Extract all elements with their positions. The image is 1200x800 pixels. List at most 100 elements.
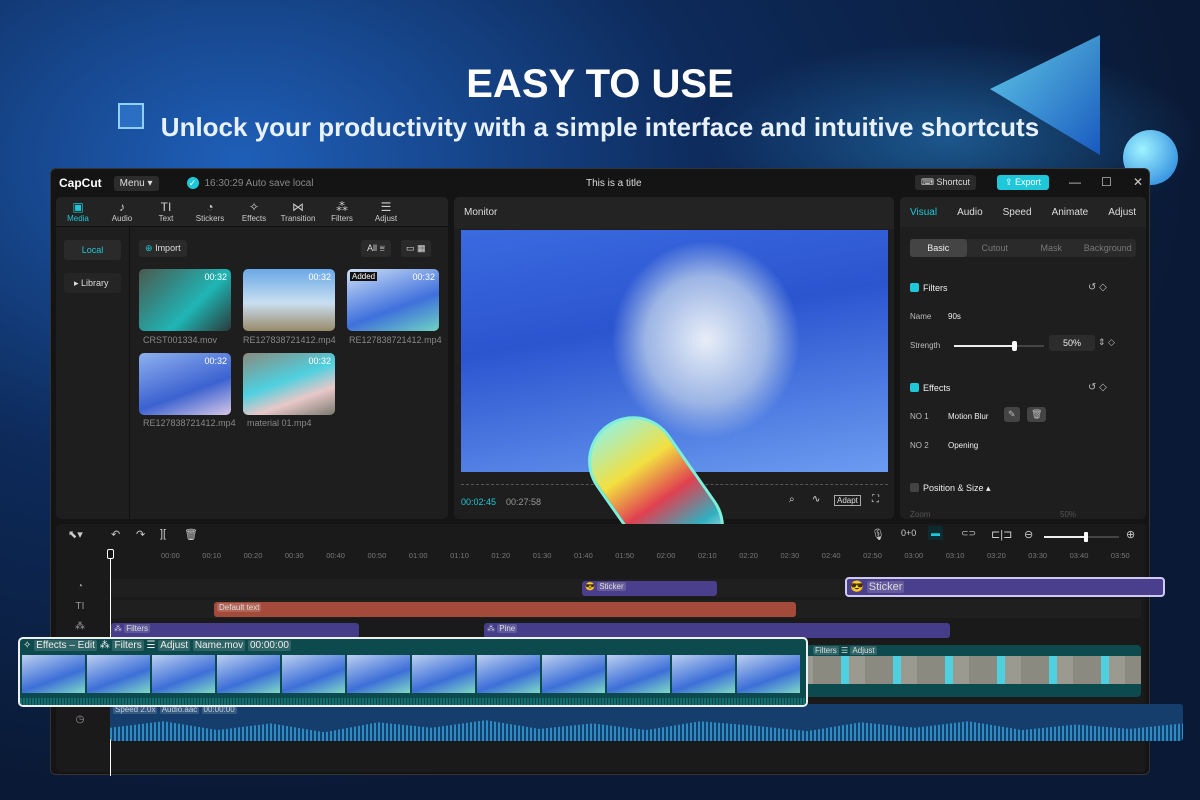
clip-label: Pine (497, 624, 518, 633)
sliders-icon: ☰ (380, 200, 392, 214)
local-button[interactable]: Local (64, 240, 121, 260)
time-tick: 02:50 (863, 551, 882, 560)
added-badge: Added (350, 272, 378, 281)
media-thumb[interactable]: 00:32 (243, 269, 335, 331)
magnet-icon[interactable]: ▬ (928, 526, 943, 540)
hero-title: EASY TO USE (466, 62, 734, 106)
edit-icon[interactable]: ✎ (1004, 407, 1020, 422)
import-button[interactable]: ⊕ Import (139, 240, 187, 257)
waveform-icon[interactable]: ∿ (812, 494, 820, 505)
time-tick: 00:20 (243, 551, 263, 560)
subtab-cutout[interactable]: Cutout (967, 239, 1024, 257)
media-thumb[interactable]: 00:32 (139, 353, 231, 415)
media-thumb[interactable]: 00:32 (243, 353, 335, 415)
tab-media[interactable]: ▣ Media (56, 197, 100, 226)
export-button[interactable]: ⇪ Export (997, 175, 1050, 190)
zoom-fit-icon[interactable]: ⌕ (789, 494, 795, 505)
text-clip[interactable]: Default text (214, 602, 796, 617)
strength-slider[interactable] (954, 341, 1044, 351)
zoom-out-icon[interactable]: ⊖ (1024, 528, 1033, 541)
fullscreen-icon[interactable]: ⛶ (872, 494, 879, 505)
music-icon: ♪ (119, 200, 125, 214)
zoom-slider[interactable] (1044, 532, 1119, 542)
time-tick: 03:30 (1028, 551, 1048, 560)
subtab-mask[interactable]: Mask (1023, 239, 1080, 257)
media-thumb[interactable]: Added 00:32 (347, 269, 439, 331)
tab-adjust-insp[interactable]: Adjust (1108, 207, 1136, 218)
trash-icon[interactable]: 🗑 (1027, 407, 1047, 422)
reset-icon[interactable]: ↺ ◇ (1088, 382, 1107, 393)
inspector-tabs: Visual Audio Speed Animate Adjust (900, 197, 1146, 227)
menu-label: Menu (119, 177, 145, 189)
tab-adjust[interactable]: ☰ Adjust (364, 197, 408, 226)
subtab-basic[interactable]: Basic (910, 239, 967, 257)
tab-stickers[interactable]: ◔ Stickers (188, 197, 232, 226)
delete-icon[interactable]: 🗑 (184, 528, 198, 541)
tab-audio[interactable]: ♪ Audio (100, 197, 144, 226)
tab-transition[interactable]: ⋈ Transition (276, 197, 320, 226)
slider-handle[interactable] (1012, 341, 1017, 351)
tab-audio-insp[interactable]: Audio (957, 207, 983, 218)
duration: 00:32 (204, 356, 227, 366)
checkbox-icon[interactable] (910, 483, 919, 492)
strength-input[interactable]: 50% (1049, 335, 1095, 351)
library-button[interactable]: ▸ Library (64, 273, 121, 293)
chain-icon[interactable]: ⊂⊃ (961, 528, 976, 539)
timeline-toolbar: ⬉▾ ↶ ↷ ][ 🗑 🎙 0+0 ▬ ⊂⊃ ⊏|⊐ ⊖ ⊕ (56, 524, 1146, 546)
time-tick: 01:40 (574, 551, 593, 560)
position-section[interactable]: Position & Size ▴ (910, 483, 991, 494)
zoom-in-icon[interactable]: ⊕ (1126, 528, 1135, 541)
tag-adjust: Adjust (158, 640, 191, 651)
video-clip-selected[interactable]: ✧ Effects – Edit ⁂ Filters ☰ Adjust Name… (18, 637, 808, 707)
tab-visual[interactable]: Visual (910, 207, 937, 218)
project-title[interactable]: This is a title (586, 178, 642, 189)
checkbox-icon[interactable] (910, 283, 919, 292)
time-tick: 00:40 (326, 551, 345, 560)
sticker-clip[interactable]: 😎 Sticker (582, 581, 717, 596)
video-preview (461, 230, 888, 472)
shortcut-button[interactable]: ⌨ Shortcut (915, 175, 977, 190)
clip-label: Sticker (597, 582, 626, 591)
microphone-icon[interactable]: 🎙 (871, 528, 885, 541)
play-box-icon: ▣ (72, 200, 84, 214)
tag-time: 00:00:00 (247, 640, 291, 651)
effect-name: Motion Blur (948, 412, 989, 421)
effects-section[interactable]: Effects (910, 383, 950, 393)
close-icon[interactable]: ✕ (1133, 175, 1143, 189)
tab-text[interactable]: TI Text (144, 197, 188, 226)
maximize-icon[interactable]: ☐ (1101, 175, 1112, 189)
adapt-button[interactable]: Adapt (834, 495, 861, 506)
link-icon[interactable]: 0+0 (901, 528, 916, 538)
zoom-handle[interactable] (1084, 532, 1088, 542)
minimize-icon[interactable]: — (1069, 175, 1081, 189)
audio-clip[interactable]: Speed 2.0x Audio.aac 00:00:00 (110, 704, 1183, 741)
tab-label: Adjust (374, 214, 398, 223)
audio-waveform (110, 720, 1183, 741)
media-thumb[interactable]: 00:32 (139, 269, 231, 331)
split-icon[interactable]: ][ (160, 528, 166, 540)
view-toggle[interactable]: ▭ ▦ (401, 240, 431, 257)
tag-filters: Filters (813, 646, 839, 655)
tab-animate[interactable]: Animate (1052, 207, 1089, 218)
sticker-clip-selected[interactable]: 😎 Sticker (845, 577, 1165, 597)
time-tick: 01:10 (450, 551, 469, 560)
effect-no: NO 1 (910, 412, 929, 421)
reset-icon[interactable]: ↺ ◇ (1088, 282, 1107, 293)
filter-clip[interactable]: ⁂ Filters (111, 623, 359, 638)
video-clip-secondary[interactable]: Filters ☰ Adjust (761, 645, 1141, 697)
filter-clip[interactable]: ⁂ Pine (484, 623, 950, 638)
filter-dropdown[interactable]: All ⩸ (361, 240, 391, 257)
redo-icon[interactable]: ↷ (136, 528, 145, 541)
subtab-background[interactable]: Background (1080, 239, 1137, 257)
align-icon[interactable]: ⊏|⊐ (991, 528, 1012, 541)
undo-icon[interactable]: ↶ (111, 528, 120, 541)
tab-speed[interactable]: Speed (1003, 207, 1032, 218)
filters-section[interactable]: Filters (910, 283, 948, 293)
menu-button[interactable]: Menu ▾ (113, 175, 159, 191)
checkbox-icon[interactable] (910, 383, 919, 392)
select-tool-icon[interactable]: ⬉▾ (68, 528, 83, 541)
tab-filters[interactable]: ⁂ Filters (320, 197, 364, 226)
tab-effects[interactable]: ✧ Effects (232, 197, 276, 226)
filters-icon: ⁂ (99, 640, 110, 651)
stepper-icon[interactable]: ⇕ ◇ (1098, 337, 1115, 348)
